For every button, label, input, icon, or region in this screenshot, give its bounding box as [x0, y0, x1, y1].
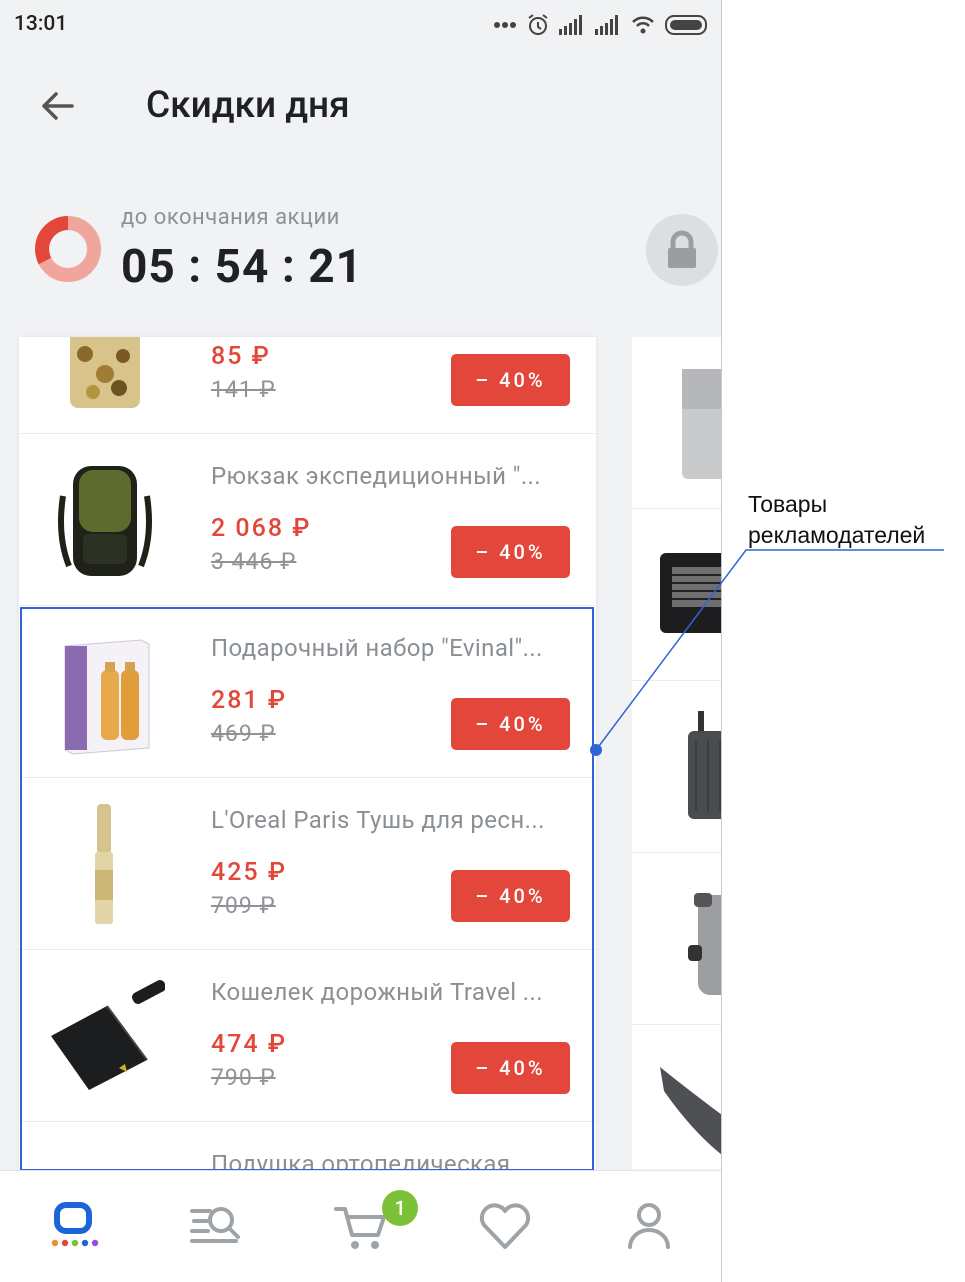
product-image-backpack — [58, 466, 152, 576]
product-old-price: 709 ₽ — [211, 892, 276, 919]
heart-icon[interactable] — [470, 1191, 540, 1261]
side-product-column — [632, 337, 721, 1169]
product-price: 425 ₽ — [211, 858, 288, 887]
app-screen: 13:01 Скидки дня до окончания акции 05 :… — [0, 0, 722, 1282]
product-image-mascara — [95, 804, 113, 924]
status-bar: 13:01 — [0, 0, 721, 50]
wifi-icon — [632, 16, 654, 34]
page-title: Скидки дня — [146, 84, 350, 127]
list-item[interactable]: Подушка ортопедическая — [19, 1122, 596, 1169]
annotation-line-2: рекламодателей — [748, 522, 926, 548]
status-icons — [493, 10, 709, 40]
catalog-search-icon[interactable] — [182, 1191, 252, 1261]
alarm-icon — [528, 14, 548, 35]
list-item[interactable]: Рюкзак экспедиционный "... 2 068 ₽ 3 446… — [19, 434, 596, 606]
profile-icon[interactable] — [614, 1191, 684, 1261]
discount-button[interactable]: – 40% — [451, 870, 570, 922]
product-name: Рюкзак экспедиционный "... — [211, 462, 542, 490]
timer-caption: до окончания акции — [121, 205, 340, 230]
bottom-navigation — [0, 1170, 721, 1282]
back-arrow-icon[interactable] — [34, 82, 82, 130]
product-price: 85 ₽ — [211, 342, 271, 371]
product-old-price: 790 ₽ — [211, 1064, 276, 1091]
more-dots-icon — [494, 22, 516, 28]
discount-button[interactable]: – 40% — [451, 354, 570, 406]
timer-progress-ring — [35, 216, 101, 282]
list-item[interactable]: Подарочный набор "Evinal"... 281 ₽ 469 ₽… — [19, 606, 596, 778]
product-old-price: 141 ₽ — [211, 376, 276, 403]
discount-button[interactable]: – 40% — [451, 698, 570, 750]
product-name: Подарочный набор "Evinal"... — [211, 634, 543, 662]
product-image-wallet — [51, 980, 165, 1090]
cart-count-badge: 1 — [382, 1190, 418, 1226]
list-item[interactable]: 85 ₽ 141 ₽ – 40% — [19, 337, 596, 434]
signal-icon-2 — [595, 15, 618, 35]
list-item[interactable]: Кошелек дорожный Travel ... 474 ₽ 790 ₽ … — [19, 950, 596, 1122]
product-name: Кошелек дорожный Travel ... — [211, 978, 543, 1006]
battery-icon — [665, 15, 707, 35]
product-price: 474 ₽ — [211, 1030, 288, 1059]
product-old-price: 469 ₽ — [211, 720, 276, 747]
product-list: 85 ₽ 141 ₽ – 40% Рюкзак экспедиционный "… — [19, 337, 596, 1169]
discount-button[interactable]: – 40% — [451, 1042, 570, 1094]
product-price: 2 068 ₽ — [211, 514, 312, 543]
lock-button[interactable] — [646, 214, 718, 286]
product-old-price: 3 446 ₽ — [211, 548, 297, 575]
side-item-heater[interactable] — [632, 509, 721, 681]
signal-icon — [559, 15, 582, 35]
product-image-dry-bag — [688, 893, 721, 995]
side-item-lighter[interactable] — [632, 337, 721, 509]
product-image-souvenir — [70, 337, 140, 408]
product-image-gift-set — [64, 639, 150, 755]
home-icon[interactable] — [38, 1191, 108, 1261]
status-time: 13:01 — [14, 12, 68, 36]
side-item-suitcase[interactable] — [632, 681, 721, 853]
discount-button[interactable]: – 40% — [451, 526, 570, 578]
list-item[interactable]: L'Oreal Paris Тушь для ресн... 425 ₽ 709… — [19, 778, 596, 950]
product-image-heater — [660, 553, 721, 633]
product-price: 281 ₽ — [211, 686, 288, 715]
lock-icon — [668, 230, 696, 268]
product-image-suitcase — [688, 711, 721, 819]
side-item-sleeping-bag[interactable] — [632, 1025, 721, 1169]
annotation-line-1: Товары — [748, 491, 828, 517]
side-item-dry-bag[interactable] — [632, 853, 721, 1025]
annotation-label: Товары рекламодателей — [748, 489, 925, 551]
product-name: Подушка ортопедическая — [211, 1150, 511, 1169]
product-image-lighter — [682, 369, 721, 479]
product-name: L'Oreal Paris Тушь для ресн... — [211, 806, 545, 834]
timer-countdown: 05 : 54 : 21 — [121, 240, 363, 294]
product-image-sleeping-bag — [660, 1067, 721, 1155]
